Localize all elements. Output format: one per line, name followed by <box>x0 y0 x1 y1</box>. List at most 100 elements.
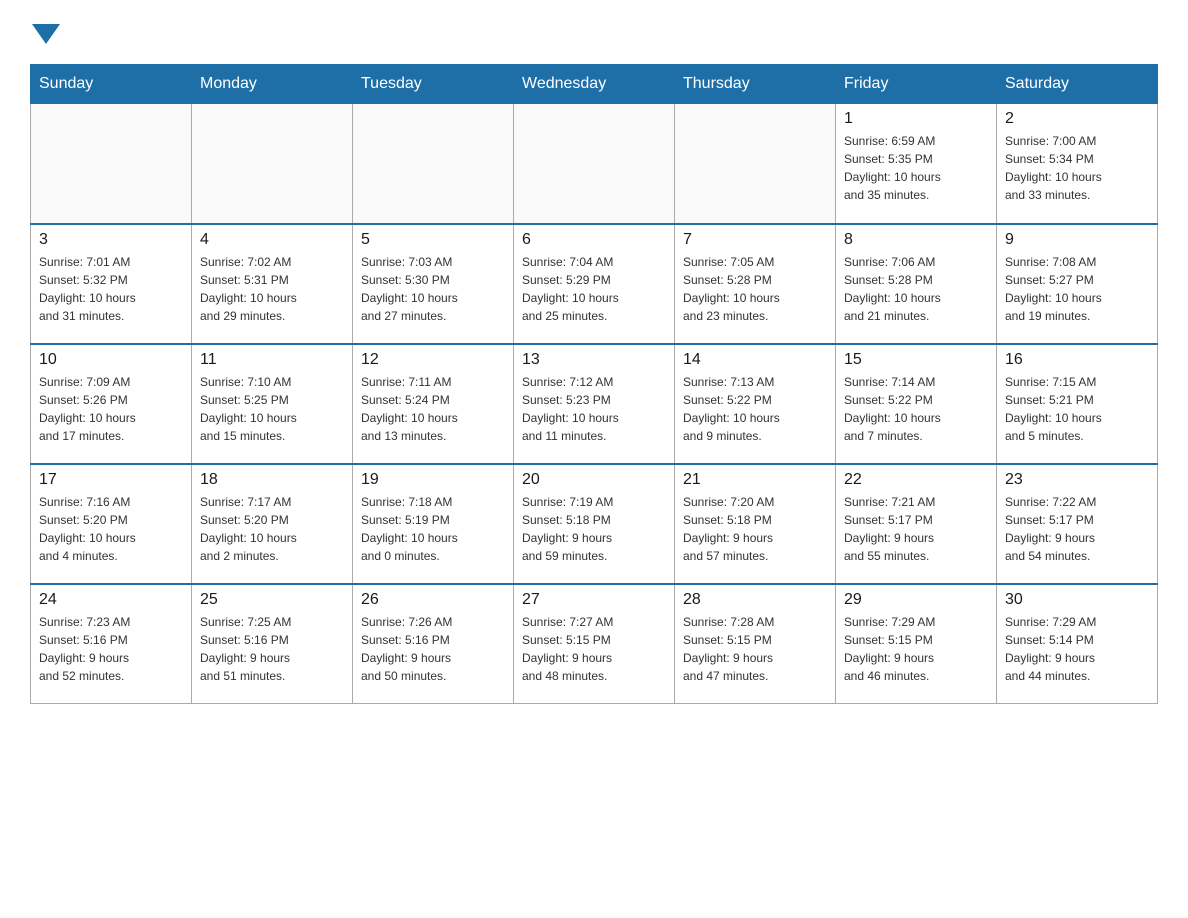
calendar-cell: 28 Sunrise: 7:28 AM Sunset: 5:15 PM Dayli… <box>675 584 836 704</box>
day-info: Sunrise: 7:20 AM Sunset: 5:18 PM Dayligh… <box>683 493 827 565</box>
calendar-cell: 7 Sunrise: 7:05 AM Sunset: 5:28 PM Daylig… <box>675 224 836 344</box>
day-number: 30 <box>1005 591 1149 609</box>
day-info: Sunrise: 7:14 AM Sunset: 5:22 PM Dayligh… <box>844 373 988 445</box>
day-number: 20 <box>522 471 666 489</box>
day-header-tuesday: Tuesday <box>353 65 514 104</box>
day-header-sunday: Sunday <box>31 65 192 104</box>
calendar-cell <box>192 104 353 224</box>
calendar-cell <box>675 104 836 224</box>
day-number: 24 <box>39 591 183 609</box>
calendar-cell: 8 Sunrise: 7:06 AM Sunset: 5:28 PM Daylig… <box>836 224 997 344</box>
day-number: 29 <box>844 591 988 609</box>
calendar-week-1: 1 Sunrise: 6:59 AM Sunset: 5:35 PM Daylig… <box>31 104 1158 224</box>
day-header-saturday: Saturday <box>997 65 1158 104</box>
day-info: Sunrise: 7:02 AM Sunset: 5:31 PM Dayligh… <box>200 253 344 325</box>
day-number: 10 <box>39 351 183 369</box>
calendar-cell: 10 Sunrise: 7:09 AM Sunset: 5:26 PM Dayli… <box>31 344 192 464</box>
calendar-cell: 12Sunrise: 7:11 AM Sunset: 5:24 PM Dayli… <box>353 344 514 464</box>
calendar-cell: 16 Sunrise: 7:15 AM Sunset: 5:21 PM Dayli… <box>997 344 1158 464</box>
day-number: 3 <box>39 231 183 249</box>
day-info: Sunrise: 7:10 AM Sunset: 5:25 PM Dayligh… <box>200 373 344 445</box>
day-number: 8 <box>844 231 988 249</box>
day-number: 18 <box>200 471 344 489</box>
day-info: Sunrise: 7:12 AM Sunset: 5:23 PM Dayligh… <box>522 373 666 445</box>
calendar-cell: 1 Sunrise: 6:59 AM Sunset: 5:35 PM Daylig… <box>836 104 997 224</box>
day-number: 26 <box>361 591 505 609</box>
day-number: 11 <box>200 351 344 369</box>
calendar-week-4: 17 Sunrise: 7:16 AM Sunset: 5:20 PM Dayli… <box>31 464 1158 584</box>
calendar-cell: 4 Sunrise: 7:02 AM Sunset: 5:31 PM Daylig… <box>192 224 353 344</box>
day-info: Sunrise: 7:21 AM Sunset: 5:17 PM Dayligh… <box>844 493 988 565</box>
calendar-cell: 27 Sunrise: 7:27 AM Sunset: 5:15 PM Dayli… <box>514 584 675 704</box>
day-info: Sunrise: 7:25 AM Sunset: 5:16 PM Dayligh… <box>200 613 344 685</box>
day-number: 14 <box>683 351 827 369</box>
day-info: Sunrise: 7:06 AM Sunset: 5:28 PM Dayligh… <box>844 253 988 325</box>
day-info: Sunrise: 7:18 AM Sunset: 5:19 PM Dayligh… <box>361 493 505 565</box>
day-number: 16 <box>1005 351 1149 369</box>
day-number: 25 <box>200 591 344 609</box>
day-number: 22 <box>844 471 988 489</box>
calendar-cell: 6Sunrise: 7:04 AM Sunset: 5:29 PM Daylig… <box>514 224 675 344</box>
day-info: Sunrise: 7:27 AM Sunset: 5:15 PM Dayligh… <box>522 613 666 685</box>
day-number: 23 <box>1005 471 1149 489</box>
day-number: 17 <box>39 471 183 489</box>
calendar-cell: 19 Sunrise: 7:18 AM Sunset: 5:19 PM Dayli… <box>353 464 514 584</box>
day-header-wednesday: Wednesday <box>514 65 675 104</box>
calendar-cell: 2 Sunrise: 7:00 AM Sunset: 5:34 PM Daylig… <box>997 104 1158 224</box>
calendar-cell <box>353 104 514 224</box>
calendar-cell: 25 Sunrise: 7:25 AM Sunset: 5:16 PM Dayli… <box>192 584 353 704</box>
day-info: Sunrise: 7:17 AM Sunset: 5:20 PM Dayligh… <box>200 493 344 565</box>
day-info: Sunrise: 7:15 AM Sunset: 5:21 PM Dayligh… <box>1005 373 1149 445</box>
day-header-monday: Monday <box>192 65 353 104</box>
day-info: Sunrise: 7:05 AM Sunset: 5:28 PM Dayligh… <box>683 253 827 325</box>
day-info: Sunrise: 7:00 AM Sunset: 5:34 PM Dayligh… <box>1005 132 1149 204</box>
calendar-week-5: 24 Sunrise: 7:23 AM Sunset: 5:16 PM Dayli… <box>31 584 1158 704</box>
calendar-cell: 26 Sunrise: 7:26 AM Sunset: 5:16 PM Dayli… <box>353 584 514 704</box>
day-number: 13 <box>522 351 666 369</box>
day-info: Sunrise: 7:09 AM Sunset: 5:26 PM Dayligh… <box>39 373 183 445</box>
day-number: 4 <box>200 231 344 249</box>
calendar-cell: 24 Sunrise: 7:23 AM Sunset: 5:16 PM Dayli… <box>31 584 192 704</box>
calendar-header-row: SundayMondayTuesdayWednesdayThursdayFrid… <box>31 65 1158 104</box>
calendar-cell: 17 Sunrise: 7:16 AM Sunset: 5:20 PM Dayli… <box>31 464 192 584</box>
calendar-cell: 18 Sunrise: 7:17 AM Sunset: 5:20 PM Dayli… <box>192 464 353 584</box>
logo-triangle-icon <box>32 24 60 44</box>
calendar-cell: 29Sunrise: 7:29 AM Sunset: 5:15 PM Dayli… <box>836 584 997 704</box>
day-info: Sunrise: 7:03 AM Sunset: 5:30 PM Dayligh… <box>361 253 505 325</box>
day-info: Sunrise: 7:13 AM Sunset: 5:22 PM Dayligh… <box>683 373 827 445</box>
day-number: 9 <box>1005 231 1149 249</box>
day-info: Sunrise: 7:16 AM Sunset: 5:20 PM Dayligh… <box>39 493 183 565</box>
day-info: Sunrise: 7:08 AM Sunset: 5:27 PM Dayligh… <box>1005 253 1149 325</box>
day-info: Sunrise: 7:29 AM Sunset: 5:14 PM Dayligh… <box>1005 613 1149 685</box>
calendar: SundayMondayTuesdayWednesdayThursdayFrid… <box>30 64 1158 704</box>
day-number: 7 <box>683 231 827 249</box>
day-number: 1 <box>844 110 988 128</box>
header <box>30 20 1158 44</box>
calendar-cell: 21 Sunrise: 7:20 AM Sunset: 5:18 PM Dayli… <box>675 464 836 584</box>
calendar-cell: 22 Sunrise: 7:21 AM Sunset: 5:17 PM Dayli… <box>836 464 997 584</box>
day-number: 28 <box>683 591 827 609</box>
day-number: 15 <box>844 351 988 369</box>
day-header-thursday: Thursday <box>675 65 836 104</box>
calendar-cell: 11 Sunrise: 7:10 AM Sunset: 5:25 PM Dayli… <box>192 344 353 464</box>
calendar-cell: 5 Sunrise: 7:03 AM Sunset: 5:30 PM Daylig… <box>353 224 514 344</box>
day-info: Sunrise: 7:11 AM Sunset: 5:24 PM Dayligh… <box>361 373 505 445</box>
calendar-cell: 3 Sunrise: 7:01 AM Sunset: 5:32 PM Daylig… <box>31 224 192 344</box>
day-number: 21 <box>683 471 827 489</box>
calendar-cell: 23Sunrise: 7:22 AM Sunset: 5:17 PM Dayli… <box>997 464 1158 584</box>
calendar-cell <box>514 104 675 224</box>
day-info: Sunrise: 7:04 AM Sunset: 5:29 PM Dayligh… <box>522 253 666 325</box>
calendar-cell <box>31 104 192 224</box>
day-number: 5 <box>361 231 505 249</box>
day-info: Sunrise: 7:01 AM Sunset: 5:32 PM Dayligh… <box>39 253 183 325</box>
day-header-friday: Friday <box>836 65 997 104</box>
day-info: Sunrise: 7:23 AM Sunset: 5:16 PM Dayligh… <box>39 613 183 685</box>
day-info: Sunrise: 7:26 AM Sunset: 5:16 PM Dayligh… <box>361 613 505 685</box>
calendar-cell: 30 Sunrise: 7:29 AM Sunset: 5:14 PM Dayli… <box>997 584 1158 704</box>
day-info: Sunrise: 6:59 AM Sunset: 5:35 PM Dayligh… <box>844 132 988 204</box>
calendar-week-3: 10 Sunrise: 7:09 AM Sunset: 5:26 PM Dayli… <box>31 344 1158 464</box>
day-info: Sunrise: 7:28 AM Sunset: 5:15 PM Dayligh… <box>683 613 827 685</box>
day-number: 27 <box>522 591 666 609</box>
day-number: 19 <box>361 471 505 489</box>
day-number: 2 <box>1005 110 1149 128</box>
